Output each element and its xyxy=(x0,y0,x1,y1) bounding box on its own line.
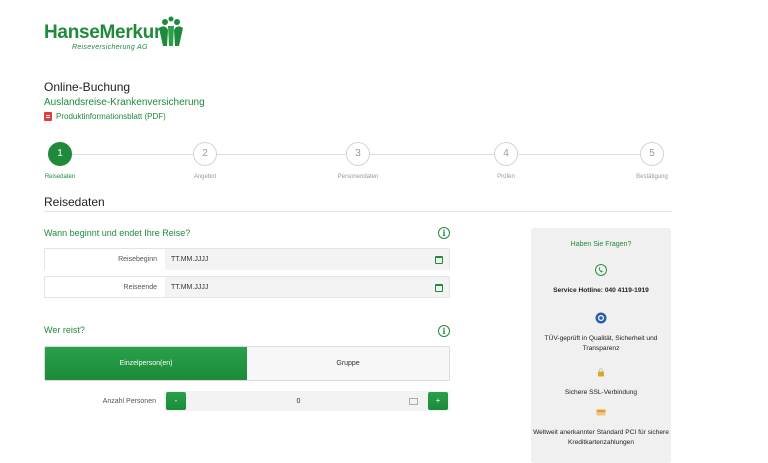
ssl-item: Sichere SSL-Verbindung xyxy=(531,366,671,398)
step-number: 5 xyxy=(640,142,664,166)
step-pruefen[interactable]: 4 Prüfen xyxy=(476,142,536,180)
pci-item: Weltweit anerkannter Standard PCI für si… xyxy=(531,406,671,448)
product-title: Auslandsreise-Krankenversicherung xyxy=(44,97,205,108)
person-count-row: Anzahl Personen - 0 + xyxy=(44,391,450,411)
phone-icon xyxy=(595,264,607,276)
step-number: 4 xyxy=(494,142,518,166)
brand-name: HanseMerkur xyxy=(44,22,162,43)
decrement-button[interactable]: - xyxy=(166,392,186,410)
end-date-input[interactable]: TT.MM.JJJJ xyxy=(165,277,449,297)
step-label: Personendaten xyxy=(337,174,379,180)
step-label: Reisedaten xyxy=(44,174,76,180)
start-date-input[interactable]: TT.MM.JJJJ xyxy=(165,249,449,270)
step-number: 1 xyxy=(48,142,72,166)
tuev-text: TÜV-geprüft in Qualität, Sicherheit und … xyxy=(544,335,658,352)
travel-dates-question: Wann beginnt und endet Ihre Reise? xyxy=(44,228,191,238)
traveller-type-toggle: Einzelperson(en) Gruppe xyxy=(44,346,450,381)
people-logo-icon xyxy=(159,16,183,46)
credit-card-icon xyxy=(596,409,606,416)
tuev-item: TÜV-geprüft in Qualität, Sicherheit und … xyxy=(531,312,671,354)
group-option[interactable]: Gruppe xyxy=(247,347,449,380)
hotline-item: Service Hotline: 040 4119-1919 xyxy=(531,264,671,296)
help-sidebar: Haben Sie Fragen? Service Hotline: 040 4… xyxy=(531,228,671,463)
step-number: 3 xyxy=(346,142,370,166)
step-reisedaten[interactable]: 1 Reisedaten xyxy=(30,142,90,180)
step-personendaten[interactable]: 3 Personendaten xyxy=(328,142,388,180)
start-date-value: TT.MM.JJJJ xyxy=(171,256,209,263)
start-date-label: Reisebeginn xyxy=(118,256,157,263)
end-date-label: Reiseende xyxy=(123,284,157,291)
tuev-seal-icon xyxy=(595,312,607,324)
start-date-row: Reisebeginn TT.MM.JJJJ xyxy=(44,248,450,270)
keyboard-icon xyxy=(409,397,418,405)
section-divider xyxy=(44,211,672,212)
section-title: Reisedaten xyxy=(44,195,105,209)
info-icon[interactable]: i xyxy=(438,227,450,239)
pdf-icon xyxy=(44,112,52,121)
increment-button[interactable]: + xyxy=(428,392,448,410)
step-bestaetigung[interactable]: 5 Bestätigung xyxy=(622,142,682,180)
brand-tagline: Reiseversicherung AG xyxy=(72,44,148,51)
step-label: Bestätigung xyxy=(636,174,668,180)
hotline-text[interactable]: Service Hotline: 040 4119-1919 xyxy=(531,286,671,296)
single-person-option[interactable]: Einzelperson(en) xyxy=(45,347,247,380)
step-number: 2 xyxy=(193,142,217,166)
page-title: Online-Buchung xyxy=(44,80,131,94)
pdf-link-label: Produktinformationsblatt (PDF) xyxy=(56,112,166,121)
pci-text: Weltweit anerkannter Standard PCI für si… xyxy=(533,429,669,446)
pdf-link[interactable]: Produktinformationsblatt (PDF) xyxy=(44,112,166,121)
progress-steps: 1 Reisedaten 2 Angebot 3 Personendaten 4… xyxy=(44,142,672,186)
lock-icon xyxy=(598,368,604,377)
person-count-value[interactable]: 0 xyxy=(188,398,409,405)
info-icon[interactable]: i xyxy=(438,325,450,337)
person-count-stepper: - 0 + xyxy=(164,391,450,411)
calendar-icon[interactable] xyxy=(435,256,443,264)
step-label: Angebot xyxy=(193,174,217,180)
step-label: Prüfen xyxy=(497,174,515,180)
calendar-icon[interactable] xyxy=(435,284,443,292)
person-count-label: Anzahl Personen xyxy=(102,397,156,405)
help-title: Haben Sie Fragen? xyxy=(570,241,632,248)
end-date-value: TT.MM.JJJJ xyxy=(171,284,209,291)
end-date-row: Reiseende TT.MM.JJJJ xyxy=(44,276,450,298)
travel-dates-form: Reisebeginn TT.MM.JJJJ Reiseende TT.MM.J… xyxy=(44,248,450,298)
travellers-question: Wer reist? xyxy=(44,325,85,335)
ssl-text: Sichere SSL-Verbindung xyxy=(564,389,638,396)
step-angebot[interactable]: 2 Angebot xyxy=(175,142,235,180)
